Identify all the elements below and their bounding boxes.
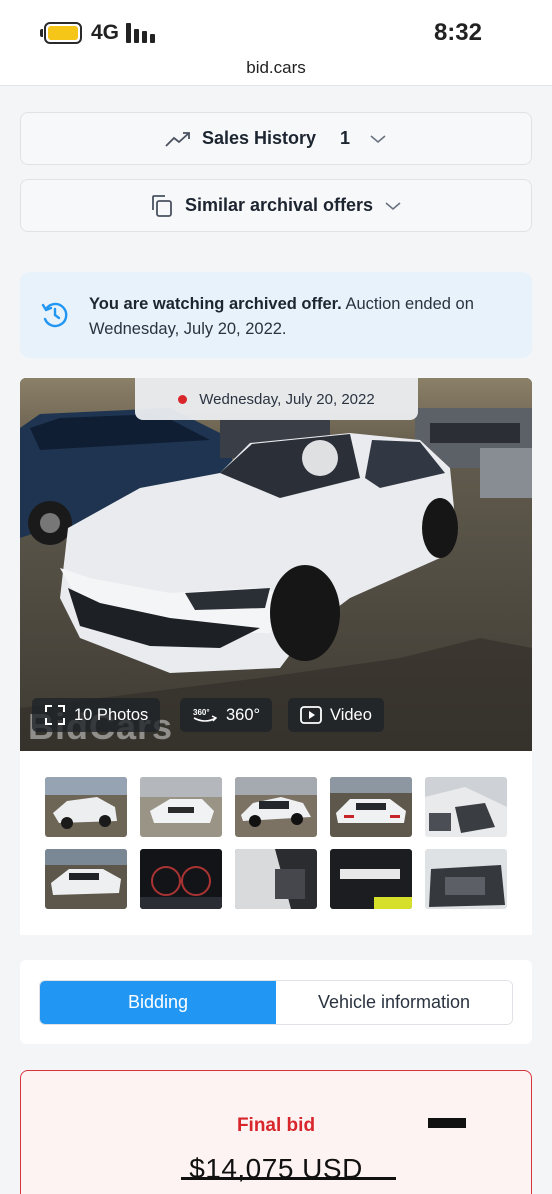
sales-history-button[interactable]: Sales History 1 — [20, 112, 532, 165]
car-photo — [20, 378, 532, 751]
floating-bar — [428, 1118, 466, 1128]
network-type: 4G — [91, 21, 120, 44]
similar-offers-button[interactable]: Similar archival offers — [20, 179, 532, 232]
thumbnail-5[interactable] — [425, 777, 507, 837]
sales-history-label: Sales History — [201, 128, 317, 148]
video-button[interactable]: Video — [288, 698, 384, 732]
main-photo[interactable]: Wednesday, July 20, 2022 BidCars 10 Phot… — [20, 378, 532, 751]
history-icon — [41, 302, 68, 328]
archived-notice: You are watching archived offer. Auction… — [20, 272, 532, 358]
play-icon — [300, 706, 322, 724]
view-360-button[interactable]: 360° 360° — [180, 698, 273, 732]
thumbnail-10[interactable] — [425, 849, 507, 909]
thumbnail-2[interactable] — [140, 777, 222, 837]
detail-tabs-card: Bidding Vehicle information — [20, 960, 532, 1044]
tab-bidding[interactable]: Bidding — [40, 981, 276, 1024]
photos-count: 10 Photos — [74, 705, 149, 724]
thumbnail-4[interactable] — [330, 777, 412, 837]
sales-history-count: 1 — [340, 128, 351, 148]
video-label: Video — [330, 705, 372, 724]
chevron-down-icon — [385, 201, 401, 210]
thumbnail-1[interactable] — [45, 777, 127, 837]
notice-bold: You are watching archived offer. — [89, 295, 342, 313]
photos-button[interactable]: 10 Photos — [32, 698, 161, 732]
trending-up-icon — [165, 131, 190, 147]
view-360-label: 360° — [226, 705, 261, 724]
auction-date: Wednesday, July 20, 2022 — [199, 390, 375, 408]
copy-icon — [152, 194, 172, 217]
detail-tabs: Bidding Vehicle information — [39, 980, 513, 1025]
final-bid-card: Final bid $14,075 USD — [20, 1070, 532, 1194]
notice-text: You are watching archived offer. Auction… — [89, 292, 509, 342]
history-section: Sales History 1 Similar archival offers — [0, 87, 552, 255]
clock: 8:32 — [433, 19, 482, 46]
final-bid-value: $14,075 USD — [189, 1153, 363, 1184]
similar-offers-label: Similar archival offers — [184, 195, 374, 215]
thumbnail-9[interactable] — [330, 849, 412, 909]
chevron-down-icon — [370, 134, 386, 143]
battery-icon — [40, 22, 82, 44]
thumbnail-8[interactable] — [235, 849, 317, 909]
thumbnail-3[interactable] — [235, 777, 317, 837]
signal-icon — [126, 21, 158, 43]
svg-text:360°: 360° — [193, 708, 210, 717]
fullscreen-icon — [45, 705, 65, 725]
live-dot-icon — [178, 394, 188, 404]
tab-vehicle-information[interactable]: Vehicle information — [276, 981, 512, 1024]
rotate-360-icon: 360° — [193, 708, 218, 722]
strikethrough-line — [181, 1177, 396, 1180]
auction-date-tag: Wednesday, July 20, 2022 — [135, 378, 418, 420]
url-bar[interactable]: bid.cars — [0, 52, 552, 86]
thumbnail-gallery — [20, 751, 532, 935]
thumbnail-7[interactable] — [140, 849, 222, 909]
status-bar: 4G 8:32 — [0, 0, 552, 60]
thumbnail-6[interactable] — [45, 849, 127, 909]
